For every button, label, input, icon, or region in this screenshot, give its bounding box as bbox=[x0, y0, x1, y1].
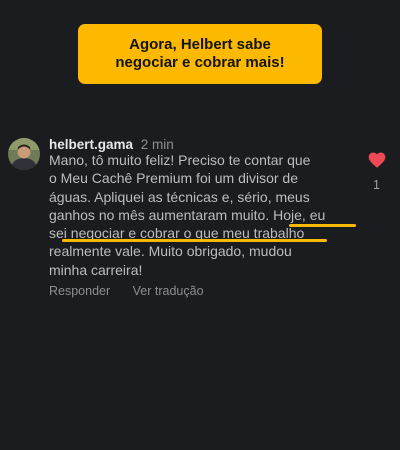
comment-line: Mano, tô muito feliz! Preciso te contar … bbox=[49, 152, 311, 168]
comment-actions: Responder Ver tradução bbox=[49, 284, 223, 298]
headline-banner: Agora, Helbert sabe negociar e cobrar ma… bbox=[78, 24, 322, 84]
banner-line-1: Agora, Helbert sabe bbox=[129, 36, 271, 53]
screen: Agora, Helbert sabe negociar e cobrar ma… bbox=[0, 0, 400, 450]
see-translation-button[interactable]: Ver tradução bbox=[133, 284, 204, 298]
comment-line: o Meu Cachê Premium foi um divisor de bbox=[49, 170, 298, 187]
avatar[interactable] bbox=[8, 138, 40, 170]
username[interactable]: helbert.gama bbox=[49, 137, 133, 152]
like-count: 1 bbox=[373, 178, 380, 192]
banner-line-2: negociar e cobrar mais! bbox=[115, 54, 285, 71]
highlight-underline bbox=[289, 224, 356, 227]
comment-line: ganhos no mês aumentaram muito. Hoje, eu bbox=[49, 206, 326, 223]
comment-line: realmente vale. Muito obrigado, mudou bbox=[49, 243, 292, 260]
highlight-underline bbox=[62, 239, 327, 242]
comment-time: 2 min bbox=[140, 137, 174, 152]
comment-text: Mano, tô muito feliz! Preciso te contar … bbox=[49, 151, 339, 279]
comment-line: minha carreira! bbox=[49, 261, 143, 278]
heart-icon[interactable] bbox=[367, 150, 387, 170]
comment-line: águas. Apliquei as técnicas e, sério, me… bbox=[49, 188, 310, 205]
avatar-image bbox=[8, 138, 40, 170]
heart-icon-shape bbox=[368, 152, 386, 168]
reply-button[interactable]: Responder bbox=[49, 284, 110, 298]
